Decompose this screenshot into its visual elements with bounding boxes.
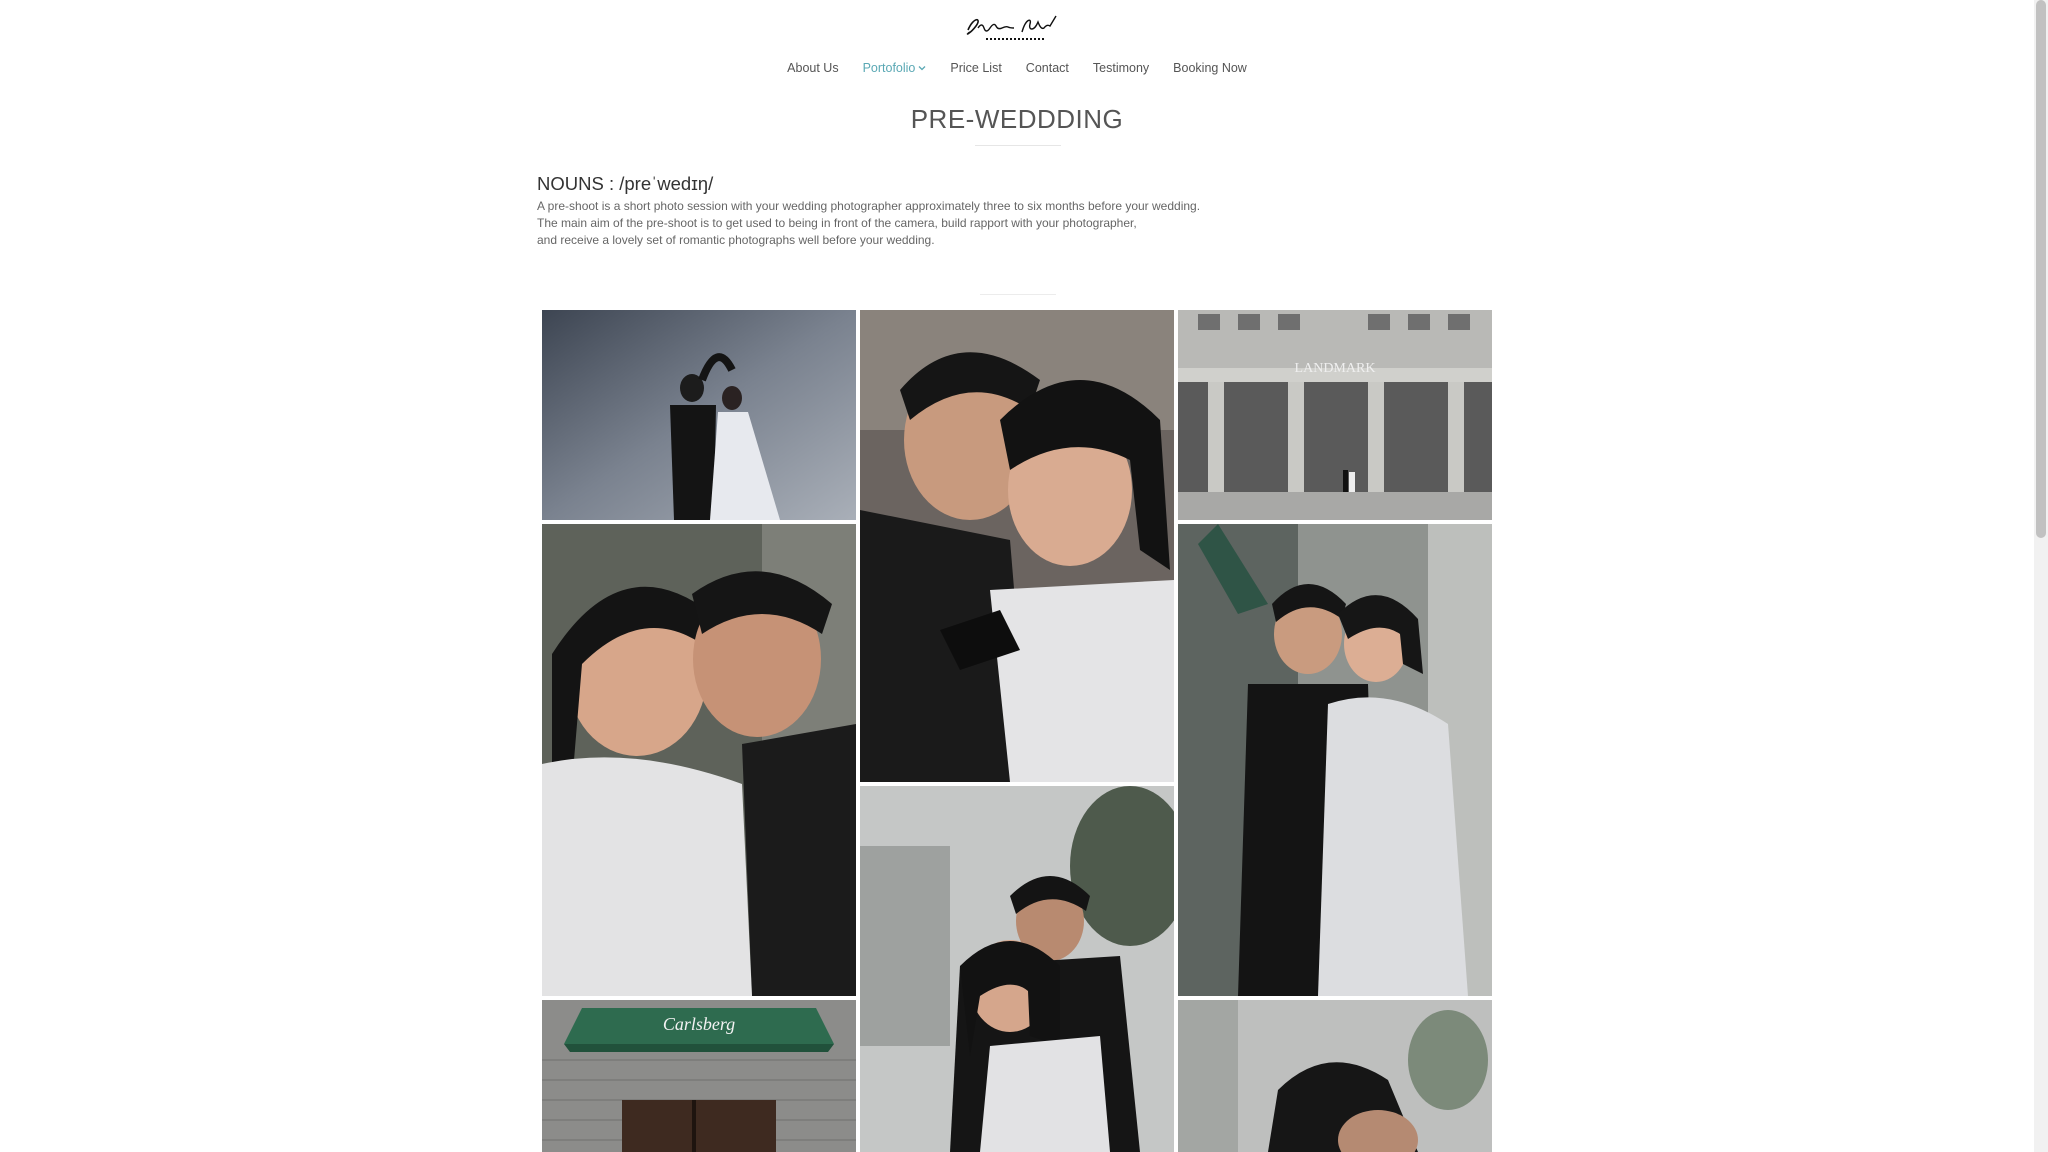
chevron-down-icon [918, 66, 926, 71]
nav-booking-now[interactable]: Booking Now [1173, 58, 1247, 78]
description-line-3: and receive a lovely set of romantic pho… [537, 233, 935, 247]
landmark-building-photo[interactable]: LANDMARK [1178, 310, 1492, 520]
page-title: PRE-WEDDDING [910, 104, 1124, 134]
description-line-1: A pre-shoot is a short photo session wit… [537, 199, 1201, 213]
couple-closeup-embrace-photo[interactable] [860, 310, 1174, 782]
description-line-2: The main aim of the pre-shoot is to get … [537, 216, 1137, 230]
couple-smiling-closeup-photo[interactable] [542, 524, 856, 996]
nav-testimony-label: Testimony [1092, 61, 1150, 75]
nav-contact[interactable]: Contact [1026, 58, 1069, 78]
nav-price-list[interactable]: Price List [950, 58, 1001, 78]
nav-about-us[interactable]: About Us [787, 58, 838, 78]
nav-booking-now-label: Booking Now [1173, 61, 1247, 75]
couple-railway-photo[interactable] [860, 786, 1174, 1152]
nav-about-us-label: About Us [787, 61, 839, 75]
main-nav: About Us Portofolio Price List Contact T… [0, 58, 2034, 78]
couple-street-closeup-photo[interactable] [1178, 1000, 1492, 1152]
section-divider [980, 294, 1056, 295]
carlsberg-sign-text: Carlsberg [663, 1014, 735, 1034]
nav-portofolio[interactable]: Portofolio [863, 58, 927, 78]
nav-contact-label: Contact [1025, 61, 1069, 75]
carlsberg-storefront-photo[interactable]: Carlsberg [542, 1000, 856, 1152]
logo-script-icon [966, 15, 1057, 40]
nav-price-list-label: Price List [950, 61, 1002, 75]
title-divider [975, 145, 1061, 146]
page-scrollbar-thumb[interactable] [2036, 0, 2046, 538]
nav-portofolio-label: Portofolio [862, 61, 916, 75]
nouns-heading: NOUNS : /preˈwedɪŋ/ [537, 173, 714, 194]
brand-logo[interactable] [960, 10, 1070, 46]
couple-heart-pose-photo[interactable] [542, 310, 856, 520]
couple-street-hug-photo[interactable] [1178, 524, 1492, 996]
nav-testimony[interactable]: Testimony [1093, 58, 1149, 78]
landmark-sign-text: LANDMARK [1295, 361, 1376, 376]
description: A pre-shoot is a short photo session wit… [537, 198, 1297, 249]
